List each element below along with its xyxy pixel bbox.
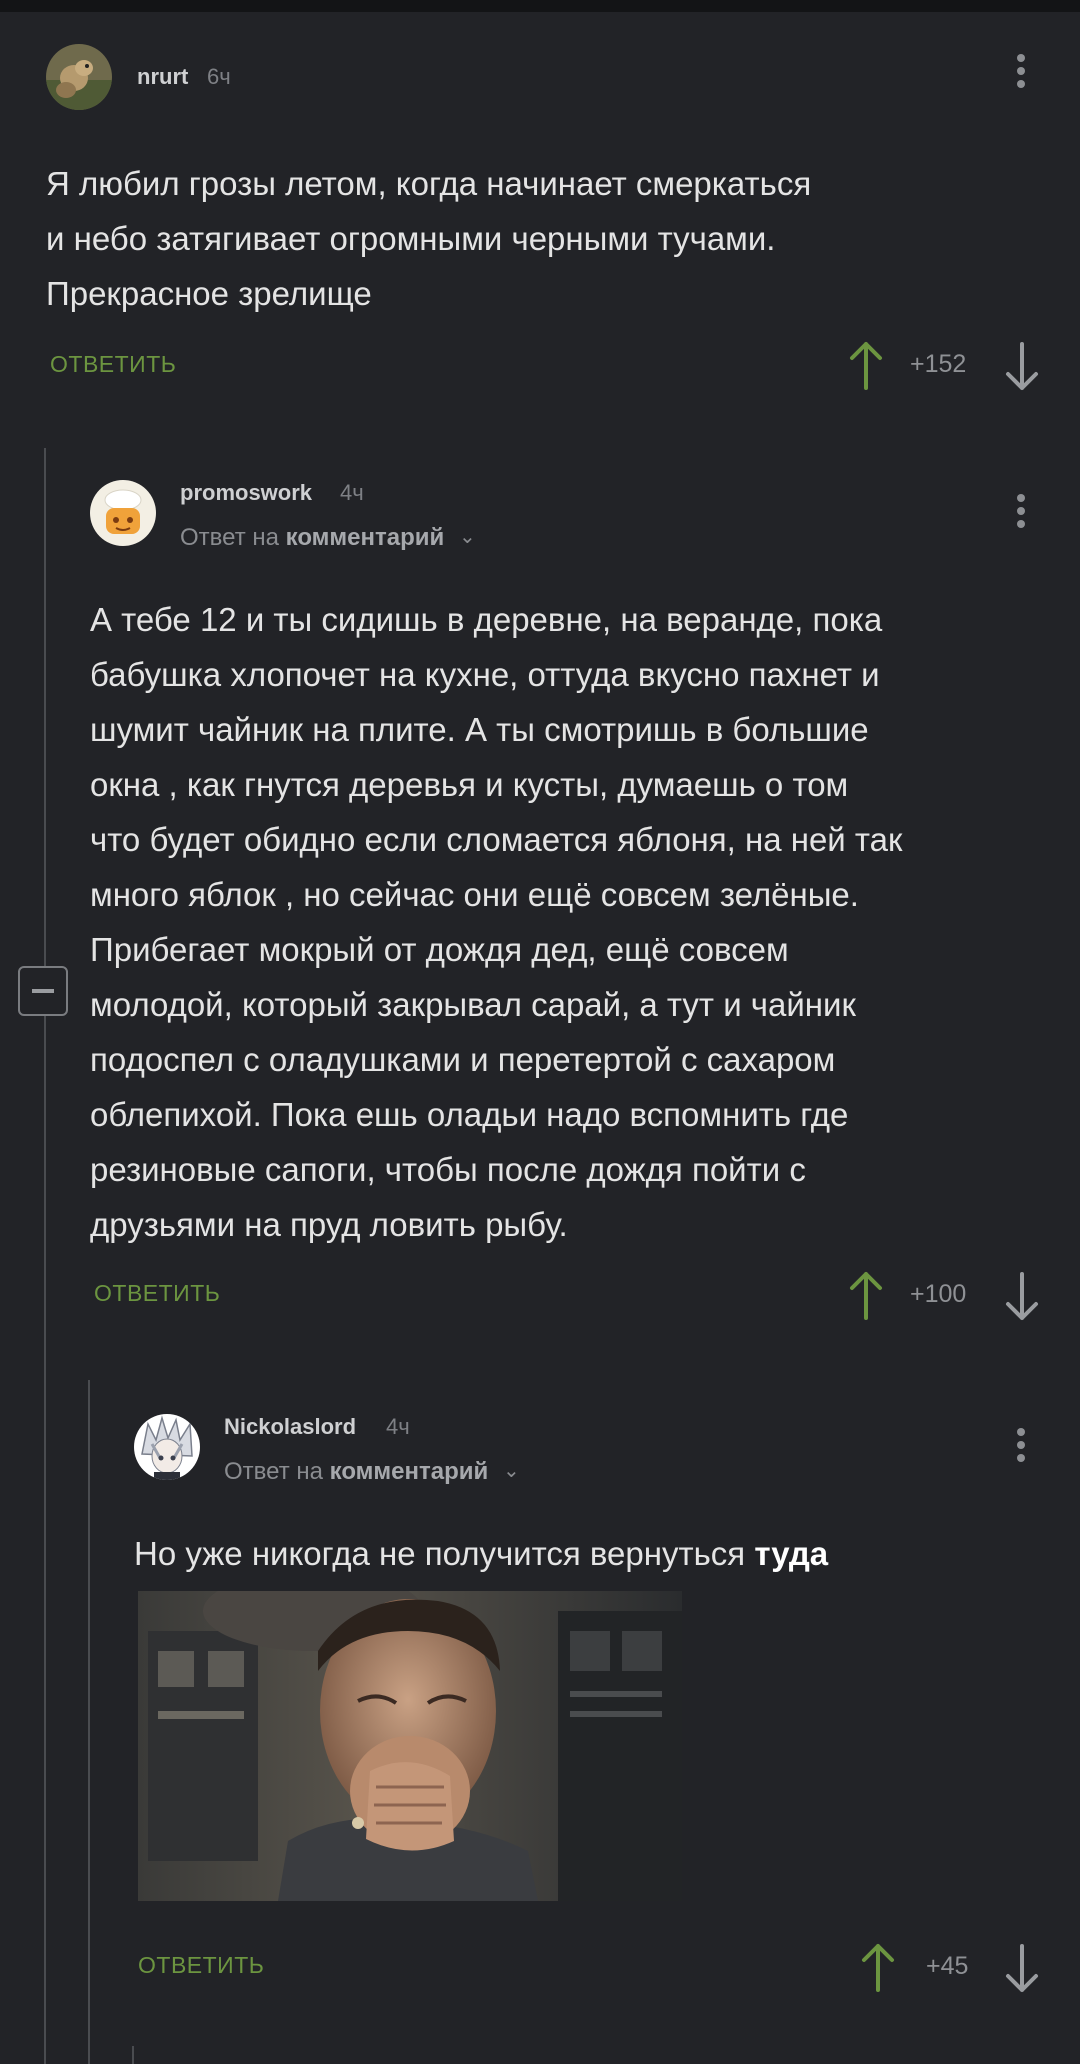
comment-text: Но уже никогда не получится вернуться ту… bbox=[134, 1526, 828, 1581]
thread-line-level-3[interactable] bbox=[132, 2046, 134, 2064]
comment-text-line: А тебе 12 и ты сидишь в деревне, на вера… bbox=[90, 601, 883, 638]
reply-to-prefix: Ответ на bbox=[224, 1458, 323, 1485]
kebab-menu-icon[interactable] bbox=[1006, 490, 1036, 540]
avatar[interactable] bbox=[46, 44, 112, 110]
arrow-up-icon[interactable] bbox=[846, 1270, 886, 1322]
comment-text-line: друзьями на пруд ловить рыбу. bbox=[90, 1206, 568, 1243]
crying-man-gif bbox=[138, 1591, 682, 1901]
avatar-image bbox=[46, 44, 112, 110]
arrow-up-icon[interactable] bbox=[858, 1942, 898, 1994]
comment-text: Я любил грозы летом, когда начинает смер… bbox=[46, 156, 811, 321]
comment-text-line: бабушка хлопочет на кухне, оттуда вкусно… bbox=[90, 656, 880, 693]
reply-to-link[interactable]: Ответ на комментарий ⌄ bbox=[224, 1458, 520, 1486]
chevron-down-icon: ⌄ bbox=[458, 526, 476, 548]
rating-value: +45 bbox=[926, 1952, 969, 1980]
author-name[interactable]: nrurt bbox=[137, 64, 188, 90]
kebab-menu-icon[interactable] bbox=[1006, 1424, 1036, 1474]
reply-to-target: комментарий bbox=[329, 1458, 489, 1485]
avatar-image bbox=[90, 480, 156, 546]
reply-to-link[interactable]: Ответ на комментарий ⌄ bbox=[180, 524, 476, 552]
rating-value: +100 bbox=[910, 1280, 967, 1308]
reply-to-prefix: Ответ на bbox=[180, 524, 279, 551]
comment-text-line: подоспел с оладушками и перетертой с сах… bbox=[90, 1041, 836, 1078]
comment-text-line: молодой, который закрывал сарай, а тут и… bbox=[90, 986, 856, 1023]
comment-2: promoswork 4ч Ответ на комментарий ⌄ А т… bbox=[90, 480, 1046, 1340]
comment-text-line: резиновые сапоги, чтобы после дождя пойт… bbox=[90, 1151, 806, 1188]
arrow-down-icon[interactable] bbox=[1002, 340, 1042, 392]
arrow-down-icon[interactable] bbox=[1002, 1270, 1042, 1322]
avatar[interactable] bbox=[90, 480, 156, 546]
comment-text-line: облепихой. Пока ешь оладьи надо вспомнит… bbox=[90, 1096, 849, 1133]
avatar-image bbox=[134, 1414, 200, 1480]
reply-button[interactable]: ОТВЕТИТЬ bbox=[50, 351, 176, 378]
comments-page: nrurt 6ч Я любил грозы летом, когда начи… bbox=[0, 0, 1080, 2064]
status-bar bbox=[0, 0, 1080, 12]
timestamp: 4ч bbox=[340, 480, 364, 505]
thread-line-level-2[interactable] bbox=[88, 1380, 90, 2064]
comment-text-line: много яблок , но сейчас они ещё совсем з… bbox=[90, 876, 859, 913]
timestamp: 4ч bbox=[386, 1414, 410, 1439]
comment-text-line: Я любил грозы летом, когда начинает смер… bbox=[46, 165, 812, 202]
reply-button[interactable]: ОТВЕТИТЬ bbox=[138, 1952, 264, 1979]
comment-text-line: Прибегает мокрый от дождя дед, ещё совсе… bbox=[90, 931, 789, 968]
timestamp: 6ч bbox=[207, 64, 231, 89]
comment-text-normal: Но уже никогда не получится вернуться bbox=[134, 1535, 755, 1572]
arrow-down-icon[interactable] bbox=[1002, 1942, 1042, 1994]
thread-line-level-1[interactable] bbox=[44, 448, 46, 2064]
chevron-down-icon: ⌄ bbox=[502, 1460, 520, 1482]
rating-value: +152 bbox=[910, 350, 967, 378]
gif-image[interactable] bbox=[138, 1591, 682, 1901]
avatar[interactable] bbox=[134, 1414, 200, 1480]
comment-text-line: что будет обидно если сломается яблоня, … bbox=[90, 821, 903, 858]
arrow-up-icon[interactable] bbox=[846, 340, 886, 392]
comment-3: Nickolaslord 4ч Ответ на комментарий ⌄ Н… bbox=[134, 1414, 1046, 2034]
comment-text: А тебе 12 и ты сидишь в деревне, на вера… bbox=[90, 592, 902, 1252]
comment-text-line: шумит чайник на плите. А ты смотришь в б… bbox=[90, 711, 869, 748]
comment-text-line: Но уже никогда не получится вернуться ту… bbox=[134, 1526, 828, 1581]
collapse-thread-button[interactable] bbox=[18, 966, 68, 1016]
reply-to-target: комментарий bbox=[285, 524, 445, 551]
comment-text-line: и небо затягивает огромными черными туча… bbox=[46, 220, 776, 257]
comment-text-line: Прекрасное зрелище bbox=[46, 275, 372, 312]
comment-text-bold: туда bbox=[754, 1535, 829, 1572]
reply-button[interactable]: ОТВЕТИТЬ bbox=[94, 1280, 220, 1307]
author-name[interactable]: Nickolaslord bbox=[224, 1414, 356, 1440]
comment-text-line: окна , как гнутся деревья и кусты, думае… bbox=[90, 766, 849, 803]
author-name[interactable]: promoswork bbox=[180, 480, 312, 506]
comment-1: nrurt 6ч Я любил грозы летом, когда начи… bbox=[46, 44, 1046, 404]
kebab-menu-icon[interactable] bbox=[1006, 50, 1036, 100]
